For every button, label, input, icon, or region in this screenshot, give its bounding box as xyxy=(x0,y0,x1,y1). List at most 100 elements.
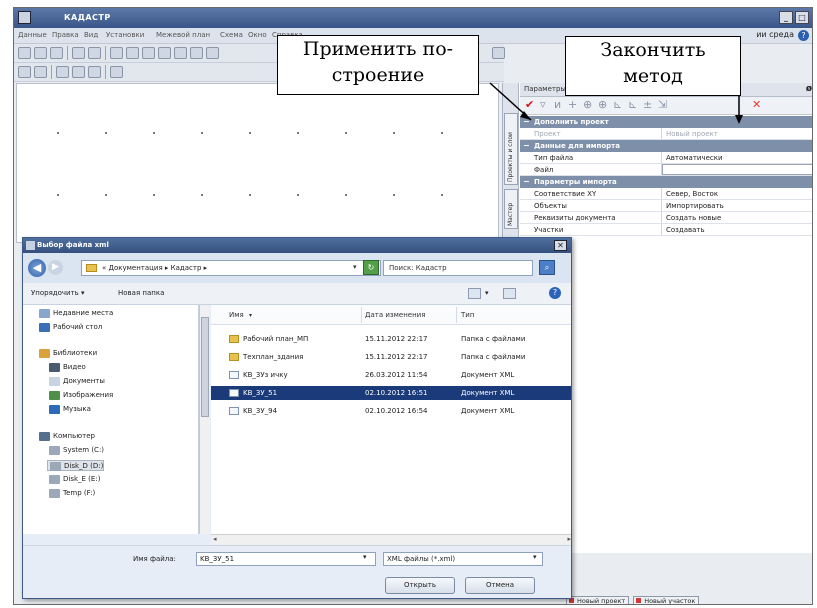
select-line-icon[interactable] xyxy=(34,66,47,78)
nav-item[interactable]: Документы xyxy=(47,376,105,387)
tab-wizard[interactable]: Мастер xyxy=(504,189,518,229)
path-dropdown-icon[interactable]: ▾ xyxy=(353,263,357,271)
navigation-scrollbar[interactable] xyxy=(199,305,210,534)
add-point-icon[interactable]: + xyxy=(568,99,577,111)
apply-check-icon[interactable]: ✔ xyxy=(525,99,534,111)
group-import-parameters[interactable]: Параметры импорта xyxy=(520,176,812,188)
save-icon[interactable] xyxy=(50,47,63,59)
nav-item[interactable]: Компьютер xyxy=(37,431,95,442)
properties-icon[interactable] xyxy=(110,66,123,78)
search-input[interactable]: Поиск: Кадастр xyxy=(383,260,533,276)
menu-data[interactable]: Данные xyxy=(18,31,47,39)
menu-settings[interactable]: Установки xyxy=(106,31,144,39)
tab-new-parcel[interactable]: Новый участок xyxy=(633,596,700,604)
nav-item[interactable]: Музыка xyxy=(47,404,91,415)
funnel-icon[interactable]: ▿ xyxy=(540,99,546,111)
column-divider[interactable] xyxy=(361,307,362,323)
dialog-help-icon[interactable]: ? xyxy=(549,287,561,299)
remove-parcel-icon[interactable] xyxy=(88,66,101,78)
property-row-xy[interactable]: Соответствие XY Север, Восток xyxy=(520,188,812,200)
angle2-icon[interactable]: ⊾ xyxy=(628,99,637,111)
scroll-thumb[interactable] xyxy=(201,317,209,417)
pan-icon[interactable] xyxy=(174,47,187,59)
view-dropdown-icon[interactable]: ▾ xyxy=(485,289,489,297)
balance-icon[interactable]: ± xyxy=(643,99,652,111)
property-row-parcels[interactable]: Участки Создавать xyxy=(520,224,812,236)
select-point-icon[interactable] xyxy=(18,66,31,78)
add-parcel-icon[interactable] xyxy=(72,66,85,78)
open-button[interactable]: Открыть xyxy=(385,577,455,594)
file-value-field[interactable] xyxy=(662,164,812,175)
organize-button[interactable]: Упорядочить ▾ xyxy=(31,289,85,297)
drawing-canvas[interactable] xyxy=(16,83,499,243)
dialog-close-button[interactable]: ✕ xyxy=(554,240,567,251)
menu-window[interactable]: Окно xyxy=(248,31,267,39)
property-row-objects[interactable]: Объекты Импортировать xyxy=(520,200,812,212)
column-date[interactable]: Дата изменения xyxy=(365,311,425,319)
menu-scheme[interactable]: Схема xyxy=(220,31,243,39)
maximize-button[interactable]: □ xyxy=(795,11,809,24)
nav-item[interactable]: Рабочий стол xyxy=(37,322,102,333)
group-import-data[interactable]: Данные для импорта xyxy=(520,140,812,152)
mirror-icon[interactable]: ᴎ xyxy=(554,99,561,111)
zoom-out-icon[interactable] xyxy=(126,47,139,59)
angle-icon[interactable]: ⊾ xyxy=(613,99,622,111)
nav-item[interactable]: System (C:) xyxy=(47,445,104,456)
undo-icon[interactable] xyxy=(492,47,505,59)
property-row-document[interactable]: Реквизиты документа Создать новые xyxy=(520,212,812,224)
refresh-button[interactable]: ↻ xyxy=(363,260,379,275)
nav-item[interactable]: Disk_D (D:) xyxy=(47,460,105,471)
view-mode-icon[interactable] xyxy=(468,288,481,299)
file-row[interactable]: KB_3У_51 02.10.2012 16:51 Документ XML xyxy=(211,386,571,400)
preview-pane-icon[interactable] xyxy=(503,288,516,299)
file-row[interactable]: KB_3У_94 02.10.2012 16:54 Документ XML xyxy=(211,404,571,418)
zoom-window-icon[interactable] xyxy=(142,47,155,59)
nav-item[interactable]: Видео xyxy=(47,362,86,373)
column-name[interactable]: Имя xyxy=(229,311,244,319)
search-icon[interactable]: ⌕ xyxy=(539,260,555,275)
filetype-select[interactable]: XML файлы (*.xml) xyxy=(383,552,543,566)
finish-method-icon[interactable]: ✕ xyxy=(752,99,761,111)
pin-icon[interactable]: ø xyxy=(806,84,812,94)
crosshair-icon[interactable]: ⊕ xyxy=(598,99,607,111)
property-row-project[interactable]: Проект Новый проект xyxy=(520,128,812,140)
forward-icon[interactable]: ▶ xyxy=(48,260,63,275)
new-folder-button[interactable]: Новая папка xyxy=(118,289,164,297)
property-row-file-type[interactable]: Тип файла Автоматически xyxy=(520,152,812,164)
open-icon[interactable] xyxy=(34,47,47,59)
cancel-button[interactable]: Отмена xyxy=(465,577,535,594)
nav-item[interactable]: Temp (F:) xyxy=(47,488,95,499)
nav-item[interactable]: Библиотеки xyxy=(37,348,97,359)
scroll-right-icon[interactable]: ▸ xyxy=(567,535,571,543)
column-divider[interactable] xyxy=(456,307,457,323)
nav-item[interactable]: Недавние места xyxy=(37,308,113,319)
filetype-dropdown-icon[interactable]: ▾ xyxy=(533,553,537,561)
file-row[interactable]: KB_3Уз ичку 26.03.2012 11:54 Документ XML xyxy=(211,368,571,382)
layers-icon[interactable] xyxy=(88,47,101,59)
help-icon[interactable]: ? xyxy=(798,30,809,41)
menu-view[interactable]: Вид xyxy=(84,31,98,39)
file-row[interactable]: Рабочий план_МП 15.11.2012 22:17 Папка с ф… xyxy=(211,332,571,346)
new-icon[interactable] xyxy=(18,47,31,59)
file-row[interactable]: Техплан_здания 15.11.2012 22:17 Папка с фа… xyxy=(211,350,571,364)
horizontal-scrollbar[interactable]: ◂ ▸ xyxy=(211,534,571,545)
environment-selector[interactable]: ии среда xyxy=(756,30,794,39)
menu-edit[interactable]: Правка xyxy=(52,31,79,39)
rectangle-icon[interactable] xyxy=(56,66,69,78)
info-icon[interactable] xyxy=(72,47,85,59)
measure-icon[interactable]: ⇲ xyxy=(658,99,667,111)
scroll-left-icon[interactable]: ◂ xyxy=(213,535,217,543)
zoom-previous-icon[interactable] xyxy=(190,47,203,59)
zoom-next-icon[interactable] xyxy=(206,47,219,59)
filename-input[interactable]: KB_3У_51 xyxy=(196,552,376,566)
back-icon[interactable]: ◀ xyxy=(28,259,46,277)
tab-projects-layers[interactable]: Проекты и слои xyxy=(504,113,518,185)
path-breadcrumb[interactable]: « Документация ▸ Кадастр ▸ xyxy=(81,260,381,276)
property-row-file[interactable]: Файл xyxy=(520,164,812,176)
zoom-in-icon[interactable] xyxy=(110,47,123,59)
tab-new-project[interactable]: Новый проект xyxy=(566,596,630,604)
menu-survey-plan[interactable]: Межевой план xyxy=(156,31,210,39)
filename-dropdown-icon[interactable]: ▾ xyxy=(363,553,367,561)
nav-item[interactable]: Изображения xyxy=(47,390,113,401)
nav-item[interactable]: Disk_E (E:) xyxy=(47,474,100,485)
